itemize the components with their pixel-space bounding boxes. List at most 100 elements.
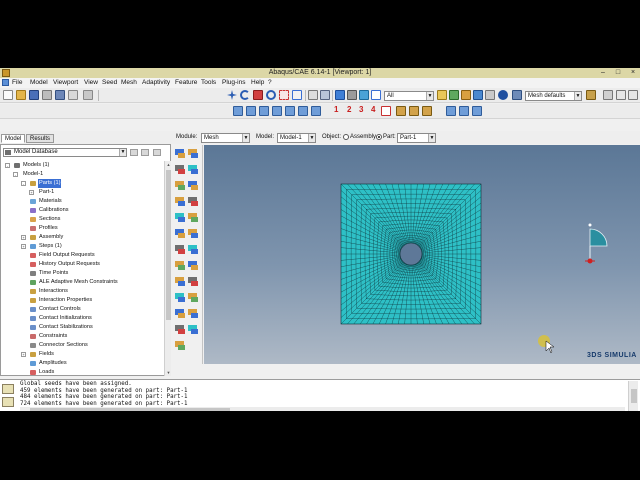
close-button[interactable]: ×	[626, 68, 640, 78]
print-icon[interactable]	[55, 90, 65, 100]
sketch-grid-icon[interactable]	[446, 106, 456, 116]
tree-node[interactable]: Loads	[1, 368, 164, 376]
collapse-icon[interactable]: -	[13, 172, 18, 177]
menu-file[interactable]: File	[12, 79, 22, 86]
viewport-1[interactable]: Y X 3DS SIMULIA	[204, 145, 640, 364]
pan-icon[interactable]	[227, 90, 237, 100]
open-icon[interactable]	[16, 90, 26, 100]
view-compass[interactable]	[585, 223, 608, 264]
partition-face-icon[interactable]	[188, 229, 198, 239]
python-console-tab-icon[interactable]	[2, 397, 14, 407]
seed-edge-delete-icon[interactable]	[188, 165, 198, 175]
tree-node[interactable]: Contact Initializations	[1, 314, 164, 323]
tree-node[interactable]: ALE Adaptive Mesh Constraints	[1, 278, 164, 287]
maximize-button[interactable]: □	[611, 68, 625, 78]
scroll-down-icon[interactable]: ▼	[165, 369, 172, 376]
query-icon[interactable]	[83, 90, 93, 100]
view-bottom-icon[interactable]	[285, 106, 295, 116]
create-surface-icon[interactable]	[188, 293, 198, 303]
view-right-icon[interactable]	[272, 106, 282, 116]
scrollbar-thumb[interactable]	[30, 408, 230, 411]
tree-node[interactable]: Amplitudes	[1, 359, 164, 368]
tree-node[interactable]: Contact Stabilizations	[1, 323, 164, 332]
scrollbar-thumb[interactable]	[166, 170, 171, 320]
viewport-cascade-icon[interactable]	[628, 90, 638, 100]
zoom-icon[interactable]	[266, 90, 276, 100]
menu-plugins[interactable]: Plug-ins	[222, 79, 245, 86]
scrollbar-thumb[interactable]	[631, 389, 637, 403]
magnify-icon[interactable]	[253, 90, 263, 100]
expand-icon[interactable]: +	[21, 244, 26, 249]
edit-mesh-icon[interactable]	[188, 261, 198, 271]
viewport-cycle-icon[interactable]	[603, 90, 613, 100]
add-selected-icon[interactable]	[461, 90, 471, 100]
mesh-region-icon[interactable]	[188, 197, 198, 207]
rotate-icon[interactable]	[240, 90, 250, 100]
new-file-icon[interactable]	[3, 90, 13, 100]
model-select[interactable]: Model-1 ▼	[277, 133, 316, 143]
view-top-icon[interactable]	[246, 106, 256, 116]
render-shaded-icon[interactable]	[359, 90, 369, 100]
seed-edge-icon[interactable]	[188, 149, 198, 159]
tree-node[interactable]: - Model-1	[1, 170, 164, 179]
view-iso-icon[interactable]	[233, 106, 243, 116]
display-tool-2-icon[interactable]	[409, 106, 419, 116]
virtual-topology-icon[interactable]	[175, 261, 185, 271]
open-odb-icon[interactable]	[42, 90, 52, 100]
part-select[interactable]: Part-1 ▼	[397, 133, 436, 143]
seed-delete-icon[interactable]	[175, 165, 185, 175]
mesh-edit-element-icon[interactable]	[188, 277, 198, 287]
message-vscrollbar[interactable]	[628, 381, 638, 411]
partition-cell-icon[interactable]	[188, 245, 198, 255]
menu-viewport[interactable]: Viewport	[53, 79, 78, 86]
viewport-canvas[interactable]: Y X	[204, 145, 640, 364]
adaptive-remesh-icon[interactable]	[175, 325, 185, 335]
tree-node[interactable]: - Models (1)	[1, 161, 164, 170]
mesh-color-icon[interactable]	[586, 90, 596, 100]
viewport-tile-icon[interactable]	[616, 90, 626, 100]
tree-node[interactable]: Constraints	[1, 332, 164, 341]
tree-node[interactable]: Interaction Properties	[1, 296, 164, 305]
view-back-icon[interactable]	[298, 106, 308, 116]
tree-node[interactable]: Contact Controls	[1, 305, 164, 314]
adaptivity-icon[interactable]	[188, 325, 198, 335]
tree-node[interactable]: Sections	[1, 215, 164, 224]
mesh-stats-icon[interactable]	[188, 309, 198, 319]
selection-filter-select[interactable]: All ▼	[384, 91, 434, 101]
seed-part-icon[interactable]	[175, 149, 185, 159]
tree-node[interactable]: Field Output Requests	[1, 251, 164, 260]
compass-quadrant-icon[interactable]	[589, 228, 608, 247]
message-area-tab-icon[interactable]	[2, 384, 14, 394]
verify-mesh-icon[interactable]	[188, 213, 198, 223]
menu-tools[interactable]: Tools	[201, 79, 216, 86]
tree-filter-icon[interactable]	[130, 149, 138, 156]
display-tool-icon[interactable]	[396, 106, 406, 116]
tree-node[interactable]: Connector Sections	[1, 341, 164, 350]
assembly-radio[interactable]	[343, 134, 349, 140]
mesh-controls-icon[interactable]	[175, 181, 185, 191]
save-icon[interactable]	[29, 90, 39, 100]
display-tool-3-icon[interactable]	[422, 106, 432, 116]
tree-node[interactable]: + Fields	[1, 350, 164, 359]
expand-icon[interactable]: +	[29, 190, 34, 195]
tree-node[interactable]: Profiles	[1, 224, 164, 233]
app-menu-icon[interactable]	[2, 79, 9, 86]
element-type-icon[interactable]	[188, 181, 198, 191]
viewport-2-button[interactable]: 2	[347, 105, 351, 114]
collapse-icon[interactable]: -	[21, 181, 26, 186]
copy-icon[interactable]	[68, 90, 78, 100]
part-mesh[interactable]	[340, 183, 482, 325]
sketch-view-icon[interactable]	[459, 106, 469, 116]
view-perspective-icon[interactable]	[311, 106, 321, 116]
model-tree-scrollbar[interactable]: ▲ ▼	[164, 161, 171, 376]
menu-view[interactable]: View	[84, 79, 98, 86]
menu-seed[interactable]: Seed	[102, 79, 117, 86]
part-radio[interactable]	[376, 134, 382, 140]
partition-edge-icon[interactable]	[175, 245, 185, 255]
select-arrow-icon[interactable]	[371, 90, 381, 100]
view-left-icon[interactable]	[259, 106, 269, 116]
tree-node[interactable]: Interactions	[1, 287, 164, 296]
tree-expand-icon[interactable]	[141, 149, 149, 156]
sketch-tool-icon[interactable]	[472, 106, 482, 116]
tree-node[interactable]: + Steps (1)	[1, 242, 164, 251]
